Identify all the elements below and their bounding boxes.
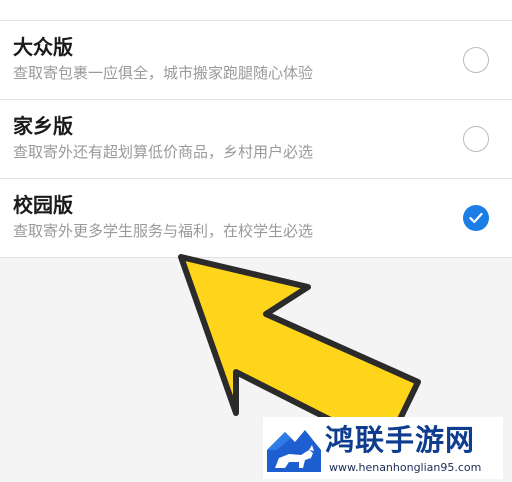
option-item-jiaxiang[interactable]: 家乡版 查取寄外还有超划算低价商品，乡村用户必选 — [0, 100, 512, 179]
option-title: 校园版 — [13, 193, 73, 217]
radio-button-checked[interactable] — [463, 205, 489, 231]
option-item-xiaoyuan[interactable]: 校园版 查取寄外更多学生服务与福利，在校学生必选 — [0, 179, 512, 258]
version-option-list: 大众版 查取寄包裹一应俱全，城市搬家跑腿随心体验 家乡版 查取寄外还有超划算低价… — [0, 21, 512, 258]
watermark-banner: 鸿联手游网 www.henanhonglian95.com — [263, 417, 503, 479]
option-description: 查取寄外更多学生服务与福利，在校学生必选 — [13, 222, 314, 240]
option-title: 家乡版 — [13, 114, 73, 138]
watermark-title: 鸿联手游网 — [325, 423, 476, 457]
top-divider-strip — [0, 0, 512, 21]
version-select-screen: 大众版 查取寄包裹一应俱全，城市搬家跑腿随心体验 家乡版 查取寄外还有超划算低价… — [0, 0, 512, 482]
option-description: 查取寄包裹一应俱全，城市搬家跑腿随心体验 — [13, 64, 314, 82]
checkmark-icon — [469, 212, 483, 224]
radio-button-unchecked[interactable] — [463, 47, 489, 73]
watermark-url: www.henanhonglian95.com — [329, 461, 482, 474]
option-item-dazhong[interactable]: 大众版 查取寄包裹一应俱全，城市搬家跑腿随心体验 — [0, 21, 512, 100]
option-description: 查取寄外还有超划算低价商品，乡村用户必选 — [13, 143, 314, 161]
option-title: 大众版 — [13, 35, 73, 59]
horse-mountain-logo-icon — [265, 420, 323, 476]
radio-button-unchecked[interactable] — [463, 126, 489, 152]
